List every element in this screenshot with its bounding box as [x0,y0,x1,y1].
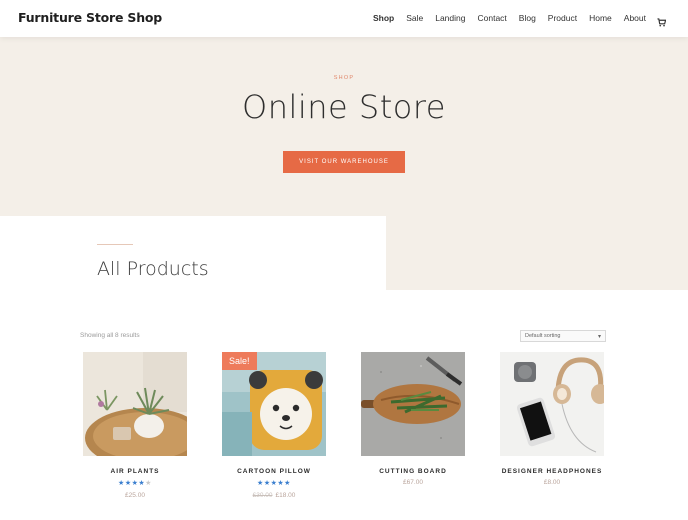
product-rating: ★★★★★ [222,479,326,488]
star-empty-icon: ★ [145,480,152,487]
price-value: £8.00 [543,479,561,486]
chevron-down-icon: ▾ [597,334,601,340]
sale-badge: Sale! [222,352,257,370]
main-nav: Shop Sale Landing Contact Blog Product H… [361,13,667,26]
product-name[interactable]: CARTOON PILLOW [222,468,326,475]
product-image[interactable] [83,352,187,456]
nav-landing[interactable]: Landing [435,13,465,23]
product-name[interactable]: CUTTING BOARD [361,468,465,475]
product-image[interactable] [500,352,604,456]
hero-eyebrow: SHOP [333,75,355,81]
product-card[interactable]: CUTTING BOARD £67.00 [361,352,465,486]
product-rating: ★★★★★ [83,479,187,488]
product-price: £25.00 [83,492,187,499]
product-image[interactable] [361,352,465,456]
star-icon: ★ [118,480,125,487]
old-price: £30.00 [252,492,273,499]
star-icon: ★ [263,480,271,487]
nav-contact[interactable]: Contact [477,13,506,23]
cart-icon[interactable] [657,14,667,26]
product-name[interactable]: AIR PLANTS [83,468,187,475]
sort-select[interactable]: Default sorting ▾ [520,330,606,342]
result-count: Showing all 8 results [80,332,140,339]
section-divider [97,244,133,245]
price-value: £18.00 [275,492,296,499]
site-title[interactable]: Furniture Store Shop [18,10,162,25]
star-icon: ★ [124,480,132,487]
nav-blog[interactable]: Blog [519,13,536,23]
nav-about[interactable]: About [624,13,646,23]
hero-title: Online Store [242,88,446,126]
site-header: Furniture Store Shop Shop Sale Landing C… [0,0,688,37]
visit-warehouse-button[interactable]: VISIT OUR WAREHOUSE [283,151,405,173]
nav-sale[interactable]: Sale [406,13,423,23]
product-image[interactable]: Sale! [222,352,326,456]
product-card[interactable]: AIR PLANTS ★★★★★ £25.00 [83,352,187,499]
star-icon: ★ [284,480,291,487]
product-price: £67.00 [361,479,465,486]
product-price: £30.00 £18.00 [222,492,326,499]
section-title: All Products [97,258,209,280]
product-price: £8.00 [500,479,604,486]
product-card[interactable]: DESIGNER HEADPHONES £8.00 [500,352,604,486]
nav-shop[interactable]: Shop [373,13,394,23]
price-value: £25.00 [125,492,145,499]
nav-home[interactable]: Home [589,13,612,23]
sort-select-value: Default sorting [525,333,561,339]
nav-product[interactable]: Product [548,13,577,23]
product-name[interactable]: DESIGNER HEADPHONES [500,468,604,475]
star-icon: ★ [257,480,264,487]
hero-section: SHOP Online Store VISIT OUR WAREHOUSE [0,37,688,290]
product-card[interactable]: Sale! CARTOON PILLOW ★★★★★ £30.00 £18.00 [222,352,326,499]
price-value: £67.00 [403,479,423,486]
